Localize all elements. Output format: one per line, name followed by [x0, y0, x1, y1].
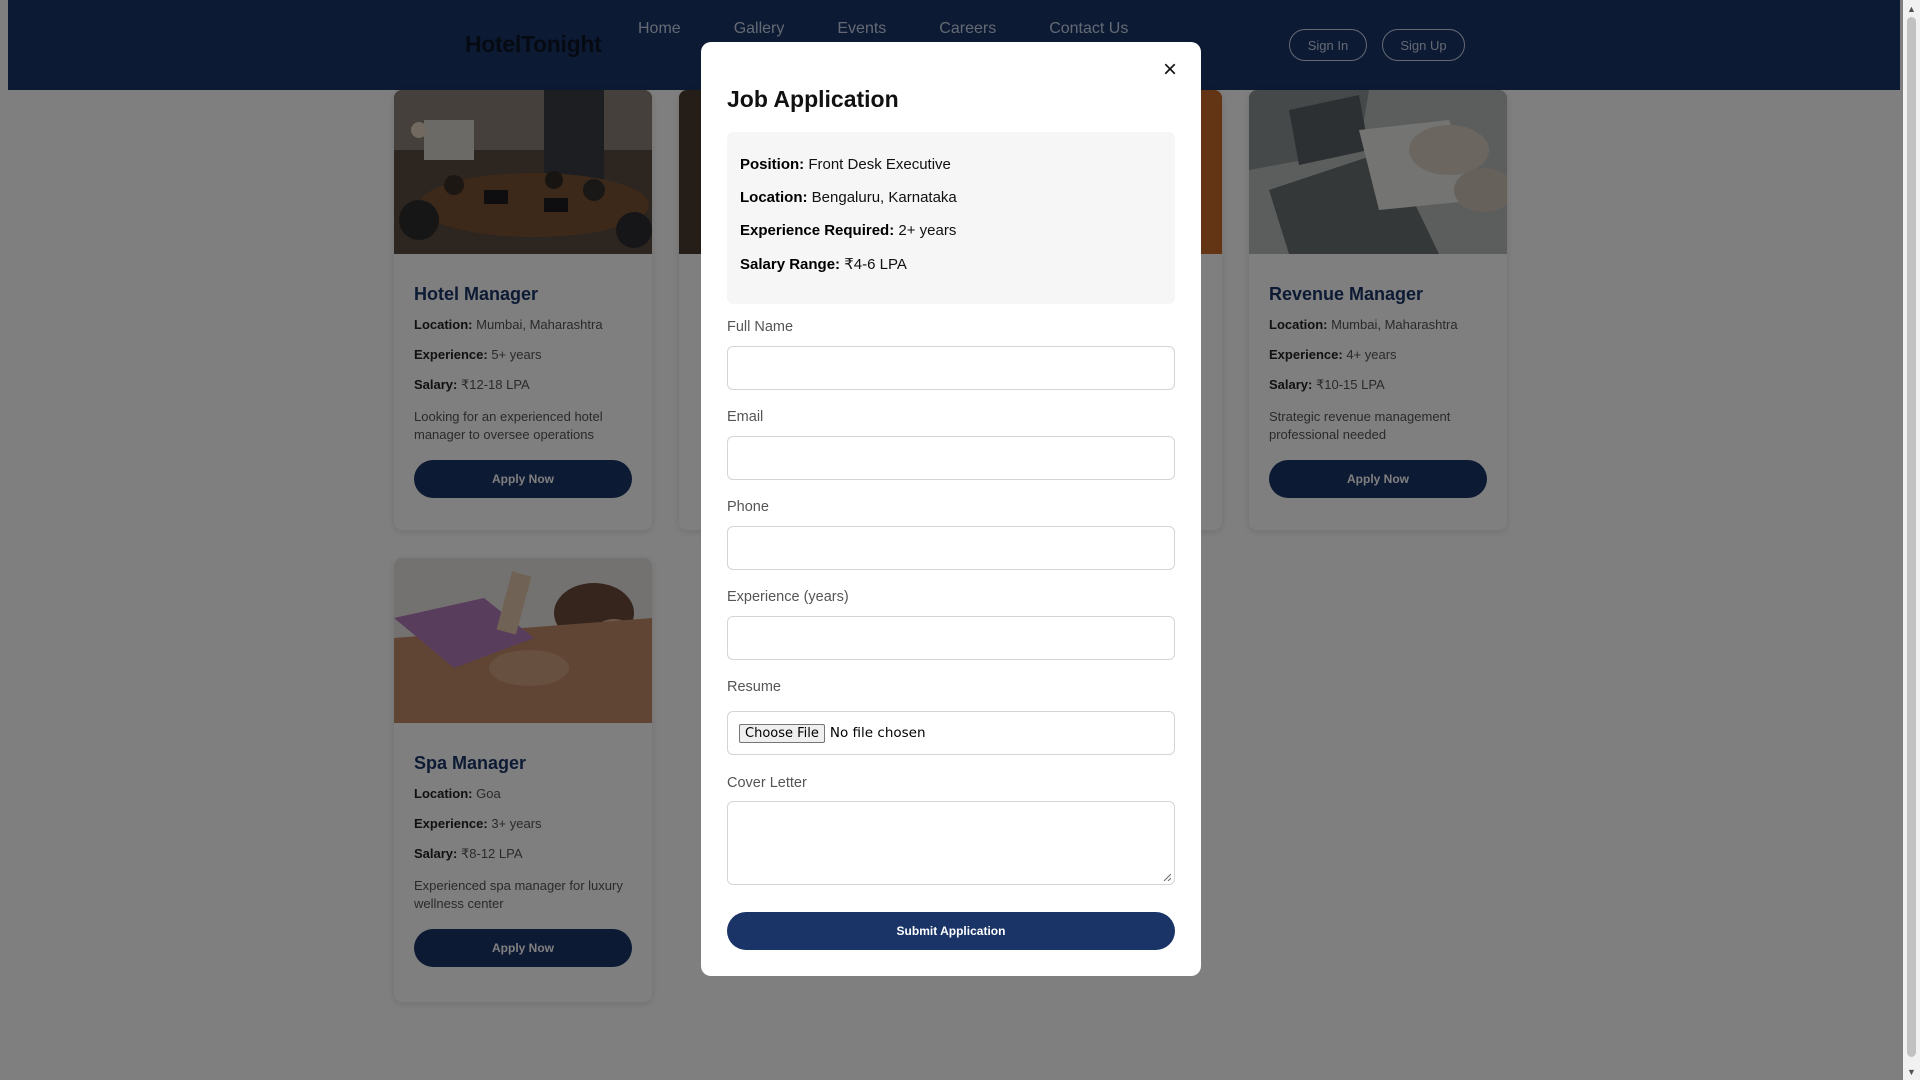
phone-label: Phone [727, 499, 769, 515]
job-position: Position: Front Desk Executive [740, 156, 951, 173]
choose-file-button[interactable]: Choose File [739, 723, 825, 743]
job-salary: Salary Range: ₹4-6 LPA [740, 256, 907, 273]
full-name-input[interactable] [727, 346, 1175, 390]
cover-letter-label: Cover Letter [727, 775, 807, 791]
email-label: Email [727, 409, 764, 425]
full-name-label: Full Name [727, 319, 794, 335]
close-icon[interactable]: × [1163, 58, 1177, 82]
scrollbar-thumb[interactable] [1907, 17, 1916, 1057]
scroll-up-arrow-icon[interactable]: ▲ [1903, 0, 1920, 17]
file-status-text: No file chosen [829, 725, 926, 741]
resize-grip-icon[interactable] [1163, 873, 1171, 881]
scroll-down-arrow-icon[interactable]: ▼ [1903, 1063, 1920, 1080]
modal-title: Job Application [727, 86, 899, 112]
submit-application-button[interactable]: Submit Application [727, 912, 1175, 950]
experience-years-label: Experience (years) [727, 589, 849, 605]
job-location: Location: Bengaluru, Karnataka [740, 189, 957, 206]
cover-letter-textarea[interactable] [727, 801, 1175, 885]
experience-years-input[interactable] [727, 616, 1175, 660]
job-experience: Experience Required: 2+ years [740, 222, 957, 239]
phone-input[interactable] [727, 526, 1175, 570]
resume-file-input: Choose File No file chosen [727, 711, 1175, 755]
resume-label: Resume [727, 679, 781, 695]
email-input[interactable] [727, 436, 1175, 480]
job-application-modal: × Job Application Position: Front Desk E… [701, 42, 1201, 976]
page-scrollbar[interactable]: ▲ ▼ [1903, 0, 1920, 1080]
job-summary-box: Position: Front Desk Executive Location:… [727, 132, 1175, 304]
